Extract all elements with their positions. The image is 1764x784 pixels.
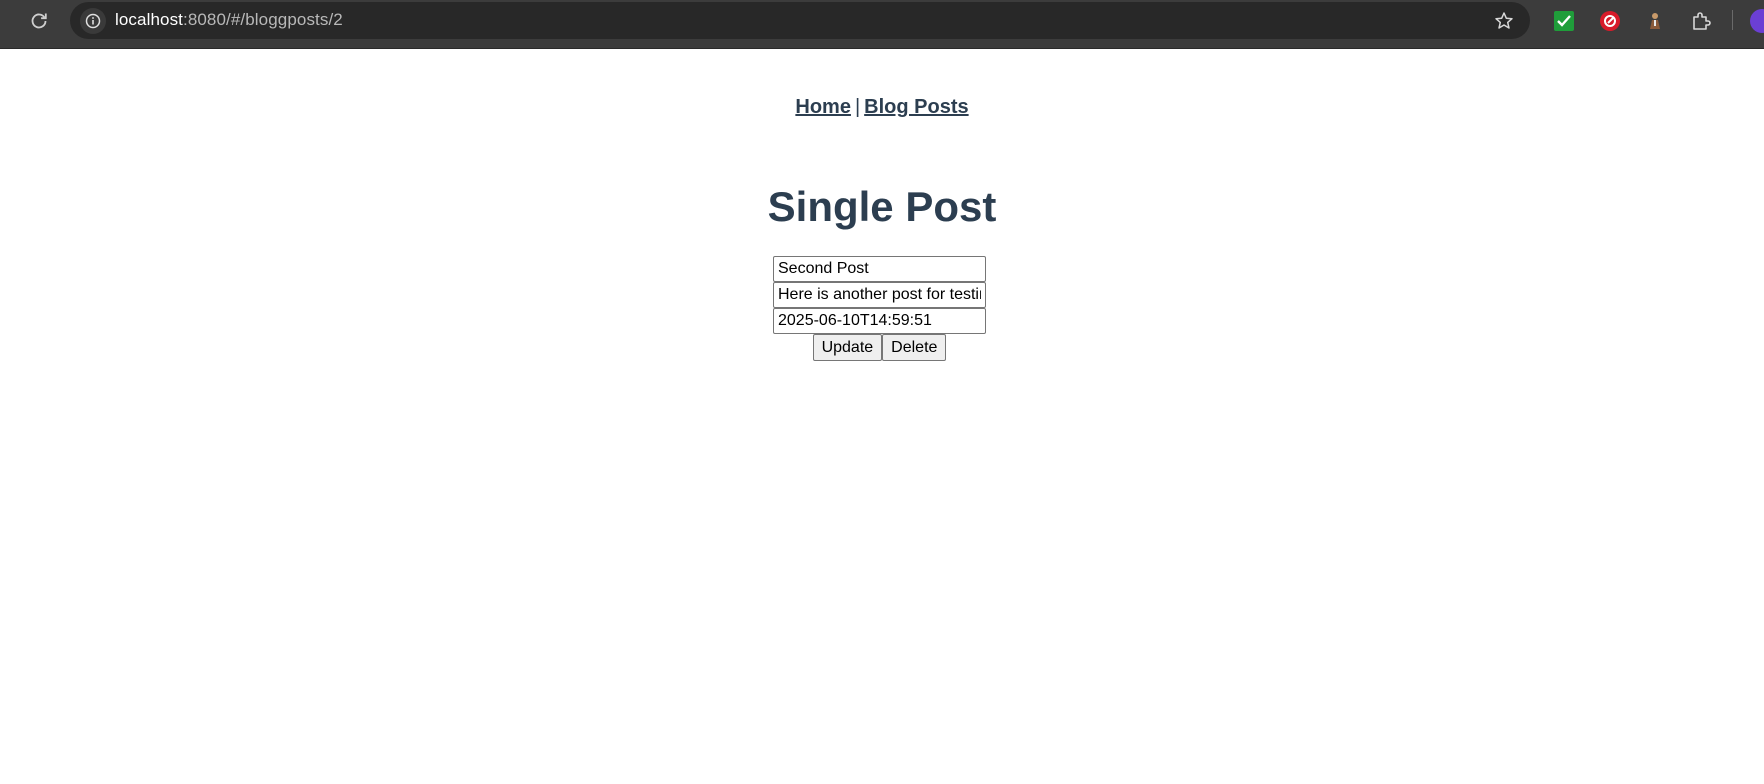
update-button[interactable]: Update [812,334,883,361]
url-path: :8080/#/bloggposts/2 [183,10,343,29]
figure-extension-icon[interactable] [1642,8,1668,34]
address-bar[interactable]: localhost:8080/#/bloggposts/2 [70,2,1530,39]
post-title-input[interactable] [773,256,986,282]
reload-icon[interactable] [26,8,52,34]
extensions-puzzle-icon[interactable] [1688,8,1714,34]
delete-button[interactable]: Delete [882,334,947,361]
url-host: localhost [115,10,183,29]
bookmark-star-icon[interactable] [1492,9,1516,33]
checkmark-extension-icon[interactable] [1551,8,1577,34]
blog-posts-link[interactable]: Blog Posts [864,96,968,118]
red-circle-extension-icon[interactable] [1597,8,1623,34]
site-info-icon[interactable] [80,8,106,34]
post-form: UpdateDelete [773,256,986,361]
page-title: Single Post [767,183,997,230]
nav-separator: | [854,96,861,118]
home-link[interactable]: Home [795,96,851,118]
toolbar-divider [1732,10,1733,30]
form-actions: Update Delete [773,334,986,361]
post-content-input[interactable] [773,282,986,308]
browser-toolbar: localhost:8080/#/bloggposts/2 [0,0,1764,49]
post-date-input[interactable] [773,308,986,334]
top-nav: Home | Blog Posts [0,96,1764,119]
url-text[interactable]: localhost:8080/#/bloggposts/2 [115,10,343,30]
profile-avatar[interactable] [1750,9,1764,33]
